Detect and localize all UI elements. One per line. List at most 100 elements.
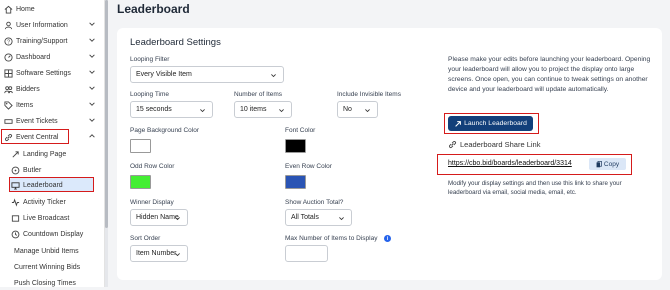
sidebar-item-home[interactable]: Home bbox=[3, 2, 104, 16]
sidebar-item-label: Leaderboard bbox=[23, 181, 63, 189]
even-row-color-label: Even Row Color bbox=[285, 163, 332, 170]
odd-row-color-swatch[interactable] bbox=[130, 175, 151, 189]
sidebar-item-landing-page[interactable]: Landing Page bbox=[10, 147, 104, 161]
launch-icon bbox=[455, 120, 462, 127]
grid-icon bbox=[3, 68, 13, 78]
show-auction-total-label: Show Auction Total? bbox=[285, 199, 344, 206]
chevron-down-icon bbox=[175, 217, 180, 221]
page-bg-color-swatch[interactable] bbox=[130, 139, 151, 153]
svg-text:?: ? bbox=[7, 39, 10, 45]
sidebar-item-label: Push Closing Times bbox=[14, 279, 76, 287]
page-title: Leaderboard bbox=[117, 2, 190, 16]
sidebar-item-items[interactable]: Items bbox=[3, 98, 104, 112]
sidebar-item-user-information[interactable]: User Information bbox=[3, 18, 104, 32]
looping-time-select[interactable]: 15 seconds bbox=[130, 101, 213, 118]
info-icon[interactable]: i bbox=[384, 235, 391, 242]
winner-display-select[interactable]: Hidden Name bbox=[130, 209, 188, 226]
sidebar-item-label: Home bbox=[16, 5, 35, 13]
select-value: No bbox=[343, 106, 352, 113]
chevron-up-icon bbox=[89, 134, 95, 138]
sort-order-select[interactable]: Item Number bbox=[130, 245, 188, 262]
even-row-color-swatch[interactable] bbox=[285, 175, 306, 189]
chevron-down-icon bbox=[89, 54, 95, 58]
chevron-down-icon bbox=[89, 38, 95, 42]
clock-icon bbox=[10, 229, 20, 239]
sidebar-item-label: Event Tickets bbox=[16, 117, 58, 125]
chevron-down-icon bbox=[89, 118, 95, 122]
sidebar-item-event-central[interactable]: Event Central bbox=[3, 130, 104, 144]
show-auction-total-select[interactable]: All Totals bbox=[285, 209, 352, 226]
include-invisible-select[interactable]: No bbox=[337, 101, 378, 118]
sidebar-item-label: Live Broadcast bbox=[23, 214, 70, 222]
sidebar: Home User Information ? Training/Support… bbox=[0, 0, 105, 287]
sidebar-item-label: Items bbox=[16, 101, 34, 109]
sidebar-scrollbar[interactable] bbox=[105, 0, 108, 287]
sidebar-item-label: Landing Page bbox=[23, 150, 67, 158]
share-heading-label: Leaderboard Share Link bbox=[460, 140, 541, 149]
select-value: Hidden Name bbox=[136, 214, 179, 221]
user-icon bbox=[3, 20, 13, 30]
sidebar-item-butler[interactable]: Butler bbox=[10, 163, 104, 177]
share-heading: Leaderboard Share Link bbox=[448, 140, 540, 149]
sort-order-label: Sort Order bbox=[130, 235, 161, 242]
sidebar-item-manage-unbid-items[interactable]: Manage Unbid Items bbox=[14, 244, 104, 258]
bidders-icon bbox=[3, 84, 13, 94]
sidebar-item-countdown-display[interactable]: Countdown Display bbox=[10, 227, 104, 241]
share-description: Modify your display settings and then us… bbox=[448, 180, 622, 196]
sidebar-item-event-tickets[interactable]: Event Tickets bbox=[3, 114, 104, 128]
sidebar-item-bidders[interactable]: Bidders bbox=[3, 82, 104, 96]
sidebar-item-activity-ticker[interactable]: Activity Ticker bbox=[10, 195, 104, 209]
sidebar-item-push-closing-times[interactable]: Push Closing Times bbox=[14, 276, 104, 290]
looping-time-label: Looping Time bbox=[130, 91, 170, 98]
help-circle-icon: ? bbox=[3, 36, 13, 46]
sidebar-item-training-support[interactable]: ? Training/Support bbox=[3, 34, 104, 48]
sidebar-item-label: Software Settings bbox=[16, 69, 71, 77]
page-bg-color-label: Page Background Color bbox=[130, 127, 200, 134]
font-color-label: Font Color bbox=[285, 127, 316, 134]
number-of-items-label: Number of Items bbox=[234, 91, 283, 98]
launch-leaderboard-label: Launch Leaderboard bbox=[464, 120, 527, 127]
chevron-down-icon bbox=[365, 109, 370, 113]
max-items-input[interactable] bbox=[285, 245, 328, 262]
sidebar-item-label: User Information bbox=[16, 21, 68, 29]
broadcast-icon bbox=[10, 213, 20, 223]
include-invisible-label: Include Invisible Items bbox=[337, 91, 401, 98]
font-color-swatch[interactable] bbox=[285, 139, 306, 153]
settings-card: Leaderboard Settings Looping Filter Ever… bbox=[117, 28, 662, 280]
link-icon bbox=[448, 140, 457, 149]
launch-leaderboard-button[interactable]: Launch Leaderboard bbox=[448, 116, 533, 131]
butler-icon bbox=[10, 165, 20, 175]
looping-filter-select[interactable]: Every Visible Item bbox=[130, 66, 284, 83]
launch-description: Please make your edits before launching … bbox=[448, 56, 651, 93]
tag-icon bbox=[3, 100, 13, 110]
select-value: Item Number bbox=[136, 250, 177, 257]
sidebar-item-current-winning-bids[interactable]: Current Winning Bids bbox=[14, 260, 104, 274]
monitor-icon bbox=[10, 180, 20, 190]
ticker-icon bbox=[10, 197, 20, 207]
select-value: 15 seconds bbox=[136, 106, 172, 113]
chevron-down-icon bbox=[89, 22, 95, 26]
sidebar-item-live-broadcast[interactable]: Live Broadcast bbox=[10, 211, 104, 225]
sidebar-item-label: Dashboard bbox=[16, 53, 51, 61]
chevron-down-icon bbox=[279, 109, 284, 113]
sidebar-item-label: Event Central bbox=[16, 133, 59, 141]
sidebar-item-label: Bidders bbox=[16, 85, 40, 93]
chevron-down-icon bbox=[89, 70, 95, 74]
chevron-down-icon bbox=[339, 217, 344, 221]
card-title: Leaderboard Settings bbox=[130, 37, 221, 48]
select-value: 10 items bbox=[240, 106, 267, 113]
copy-icon bbox=[596, 160, 602, 167]
sidebar-item-leaderboard[interactable]: Leaderboard bbox=[10, 178, 94, 192]
landing-icon bbox=[10, 149, 20, 159]
sidebar-item-dashboard[interactable]: Dashboard bbox=[3, 50, 104, 64]
sidebar-item-label: Butler bbox=[23, 166, 42, 174]
sidebar-item-software-settings[interactable]: Software Settings bbox=[3, 66, 104, 80]
looping-filter-label: Looping Filter bbox=[130, 56, 170, 63]
number-of-items-select[interactable]: 10 items bbox=[234, 101, 292, 118]
scrollbar-thumb[interactable] bbox=[105, 0, 108, 228]
copy-button[interactable]: Copy bbox=[589, 158, 626, 170]
sidebar-item-label: Countdown Display bbox=[23, 230, 84, 238]
share-link[interactable]: https://cbo.bid/boards/leaderboard/3314 bbox=[448, 160, 572, 167]
chevron-down-icon bbox=[175, 253, 180, 257]
max-items-label: Max Number of Items to Display bbox=[285, 235, 378, 242]
